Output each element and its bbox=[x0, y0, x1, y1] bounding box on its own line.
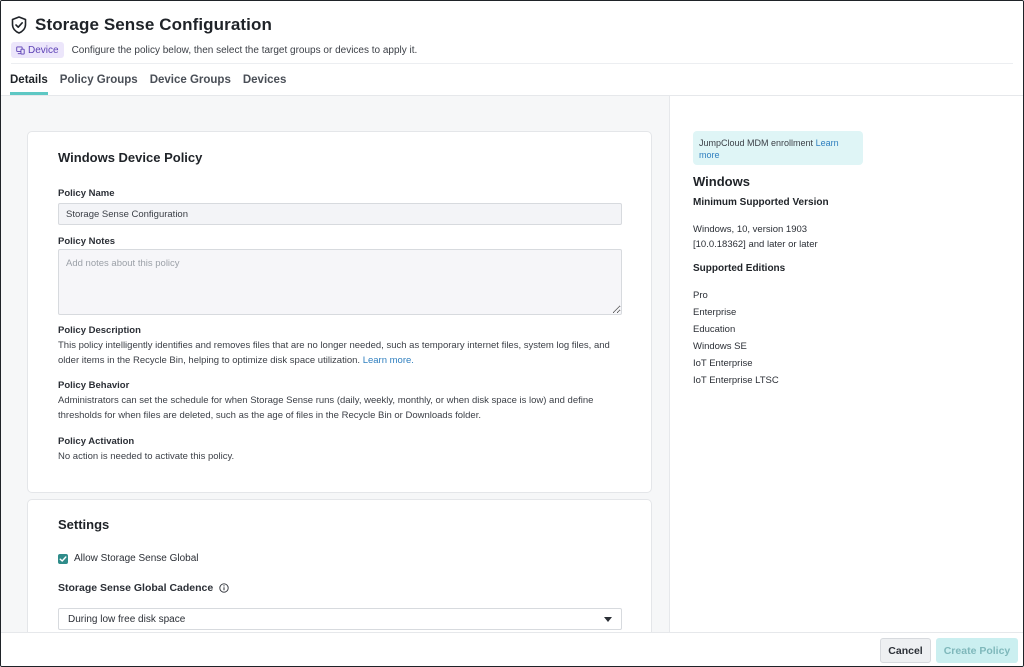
policy-description-text: This policy intelligently identifies and… bbox=[58, 338, 623, 368]
page-title: Storage Sense Configuration bbox=[35, 15, 272, 34]
device-badge: Device bbox=[11, 42, 64, 58]
allow-storage-sense-checkbox[interactable] bbox=[58, 553, 68, 564]
device-icon bbox=[16, 45, 25, 55]
create-policy-button[interactable]: Create Policy bbox=[936, 638, 1018, 663]
cadence-label: Storage Sense Global Cadence bbox=[58, 582, 214, 594]
tab-details[interactable]: Details bbox=[10, 74, 48, 95]
tab-device-groups[interactable]: Device Groups bbox=[150, 74, 231, 95]
min-version-label: Minimum Supported Version bbox=[693, 197, 829, 208]
header-divider bbox=[11, 63, 1013, 64]
list-item: Enterprise bbox=[693, 307, 737, 318]
tab-devices[interactable]: Devices bbox=[243, 74, 286, 95]
caret-down-icon bbox=[604, 616, 612, 622]
cadence-label-row: Storage Sense Global Cadence bbox=[58, 582, 229, 594]
settings-card: Settings Allow Storage Sense Global Stor… bbox=[27, 499, 652, 632]
policy-card: Windows Device Policy Policy Name Policy… bbox=[27, 131, 652, 493]
mdm-notice: JumpCloud MDM enrollment Learn more bbox=[693, 131, 863, 165]
allow-storage-sense-row[interactable]: Allow Storage Sense Global bbox=[58, 553, 199, 564]
page-header: Storage Sense Configuration Device Confi… bbox=[1, 1, 1023, 96]
policy-card-title: Windows Device Policy bbox=[58, 150, 203, 165]
policy-activation-label: Policy Activation bbox=[58, 436, 135, 447]
policy-behavior-text: Administrators can set the schedule for … bbox=[58, 395, 594, 421]
cancel-button[interactable]: Cancel bbox=[880, 638, 931, 663]
policy-notes-input[interactable] bbox=[58, 249, 622, 315]
list-item: Education bbox=[693, 324, 736, 335]
checkmark-icon bbox=[59, 555, 67, 562]
main-content[interactable]: Windows Device Policy Policy Name Policy… bbox=[1, 96, 669, 632]
tab-policy-groups[interactable]: Policy Groups bbox=[60, 74, 138, 95]
allow-storage-sense-label: Allow Storage Sense Global bbox=[74, 553, 199, 564]
list-item: Pro bbox=[693, 290, 708, 301]
subtitle-row: Device Configure the policy below, then … bbox=[11, 42, 417, 58]
side-panel: JumpCloud MDM enrollment Learn more Wind… bbox=[669, 96, 1023, 632]
shield-check-icon bbox=[11, 16, 27, 34]
editions-list: Pro Enterprise Education Windows SE IoT … bbox=[693, 287, 779, 389]
mdm-notice-text: JumpCloud MDM enrollment bbox=[699, 138, 814, 148]
device-badge-label: Device bbox=[28, 44, 59, 56]
settings-card-title: Settings bbox=[58, 517, 110, 532]
info-icon[interactable] bbox=[219, 583, 229, 593]
learn-more-link[interactable]: Learn more. bbox=[363, 355, 414, 366]
title-row: Storage Sense Configuration bbox=[11, 15, 272, 35]
policy-description-body: This policy intelligently identifies and… bbox=[58, 340, 610, 366]
policy-name-input[interactable] bbox=[58, 203, 622, 225]
editions-label: Supported Editions bbox=[693, 263, 786, 274]
os-title: Windows bbox=[693, 174, 750, 189]
policy-description-label: Policy Description bbox=[58, 325, 141, 336]
tab-bar: Details Policy Groups Device Groups Devi… bbox=[10, 74, 286, 95]
min-version-text: Windows, 10, version 1903 [10.0.18362] a… bbox=[693, 224, 818, 250]
list-item: IoT Enterprise LTSC bbox=[693, 375, 779, 386]
policy-notes-label: Policy Notes bbox=[58, 236, 116, 247]
policy-name-label: Policy Name bbox=[58, 188, 115, 199]
page-subtitle: Configure the policy below, then select … bbox=[71, 44, 418, 56]
cadence-select-value: During low free disk space bbox=[68, 613, 186, 625]
policy-activation-text: No action is needed to activate this pol… bbox=[58, 451, 235, 462]
list-item: IoT Enterprise bbox=[693, 358, 753, 369]
footer-bar: Cancel Create Policy bbox=[1, 632, 1023, 666]
list-item: Windows SE bbox=[693, 341, 747, 352]
cadence-select[interactable]: During low free disk space bbox=[58, 608, 622, 630]
app-window: Storage Sense Configuration Device Confi… bbox=[0, 0, 1024, 667]
policy-behavior-label: Policy Behavior bbox=[58, 380, 130, 391]
